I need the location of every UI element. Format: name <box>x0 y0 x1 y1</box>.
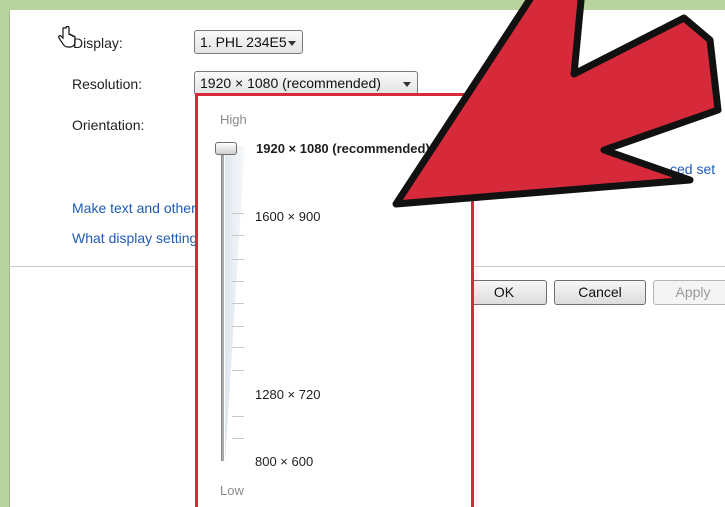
red-arrow-icon <box>392 0 722 208</box>
